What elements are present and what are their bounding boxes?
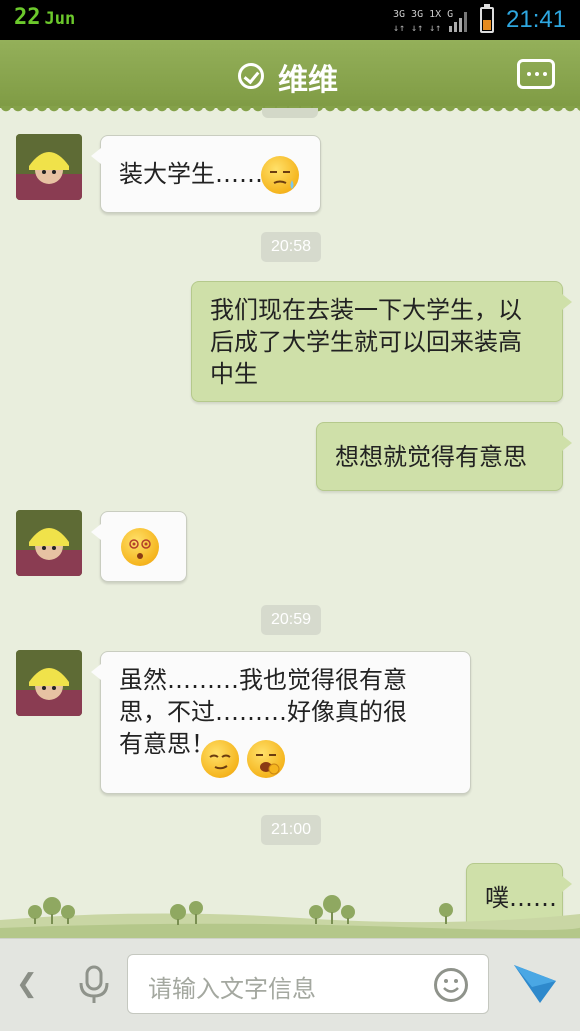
contact-avatar[interactable] [16,134,82,200]
svg-text:↓↑ ↓↑ ↓↑: ↓↑ ↓↑ ↓↑ [393,23,441,34]
timestamp: 20:58 [261,232,321,262]
landscape-decoration [0,895,580,938]
chat-area[interactable]: 装大学生…… 20:58 我们现在去装一下大学生，以后成了大学生就可以回来装高中… [0,108,580,938]
chat-title[interactable]: 维维 [278,55,338,99]
status-day: 22 [14,5,41,30]
status-time: 21:41 [506,6,567,33]
signal-icon: 3G 3G 1X G ↓↑ ↓↑ ↓↑ [393,9,467,34]
message-text: 想想就觉得有意思 [335,443,527,471]
previous-message-stub [262,108,318,118]
message-text: 我们现在去装一下大学生，以后成了大学生就可以回来装高中生 [210,296,522,388]
message-bubble-outgoing[interactable]: 想想就觉得有意思 [316,422,572,491]
message-bubble-outgoing[interactable]: 我们现在去装一下大学生，以后成了大学生就可以回来装高中生 [191,281,572,402]
contact-avatar[interactable] [16,510,82,576]
battery-icon [480,4,494,33]
sweat-emoji-icon [261,156,299,194]
battery-level [483,20,491,30]
chevron-left-icon[interactable]: ❮ [16,969,38,999]
smiley-icon[interactable] [434,968,468,1002]
status-month: Jun [44,9,76,29]
message-input[interactable]: 请输入文字信息 [127,954,489,1014]
dizzy-emoji-icon [121,528,159,566]
status-date: 22 Jun [14,5,75,30]
contact-avatar[interactable] [16,650,82,716]
timestamp: 21:00 [261,815,321,845]
message-bubble-incoming[interactable]: 装大学生…… [91,135,321,213]
title-bar: 维维 [0,40,580,114]
input-placeholder: 请输入文字信息 [148,975,316,1003]
message-bubble-incoming[interactable] [91,511,187,582]
microphone-icon[interactable] [76,965,112,1005]
send-icon[interactable] [510,961,560,1007]
smug-emoji-icon [201,740,239,778]
message-text: 装大学生…… [119,160,263,188]
svg-text:3G 3G 1X G: 3G 3G 1X G [393,9,453,20]
input-bar: ❮ 请输入文字信息 [0,938,580,1031]
check-circle-icon [238,63,264,89]
status-bar: 22 Jun 3G 3G 1X G ↓↑ ↓↑ ↓↑ 21:41 [0,0,580,40]
message-bubble-incoming[interactable]: 虽然………我也觉得很有意思，不过………好像真的很有意思！ [91,651,471,794]
timestamp: 20:59 [261,605,321,635]
more-dots-icon[interactable] [517,59,555,89]
yawn-emoji-icon [247,740,285,778]
